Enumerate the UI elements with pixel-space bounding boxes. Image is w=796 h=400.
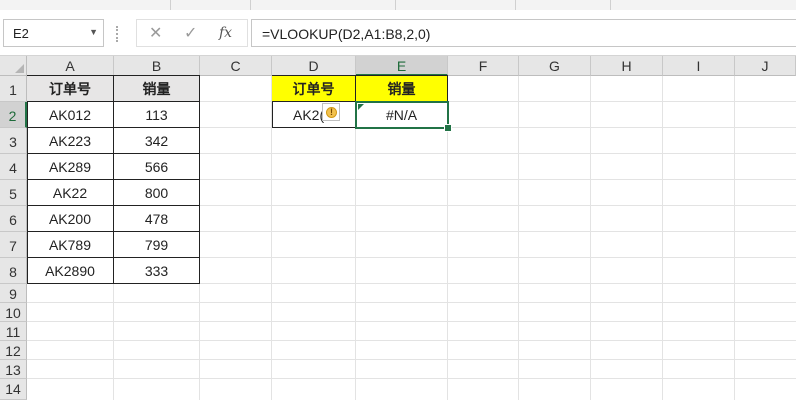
column-header-h[interactable]: H <box>591 56 663 76</box>
cell-a6[interactable]: AK200 <box>27 206 114 232</box>
cell-b3[interactable]: 342 <box>114 128 200 154</box>
ribbon-separator <box>170 0 171 10</box>
column-header-e[interactable]: E <box>356 56 448 76</box>
row-header-14[interactable]: 14 <box>0 379 27 400</box>
ribbon-separator <box>250 0 251 10</box>
fill-handle[interactable] <box>444 124 452 132</box>
insert-function-icon[interactable]: fx <box>219 25 232 41</box>
row-header-6[interactable]: 6 <box>0 206 27 232</box>
row-header-5[interactable]: 5 <box>0 180 27 206</box>
column-header-j[interactable]: J <box>735 56 796 76</box>
cell-a1[interactable]: 订单号 <box>27 76 114 102</box>
active-cell-outline <box>355 101 449 129</box>
ribbon-separator <box>610 0 611 10</box>
cell-b4[interactable]: 566 <box>114 154 200 180</box>
gridline <box>662 76 663 400</box>
cell-a4[interactable]: AK289 <box>27 154 114 180</box>
gridline <box>27 302 796 303</box>
ribbon-separator <box>395 0 396 10</box>
gridline <box>27 321 796 322</box>
column-header-i[interactable]: I <box>663 56 735 76</box>
row-header-3[interactable]: 3 <box>0 128 27 154</box>
row-header-1[interactable]: 1 <box>0 76 27 102</box>
column-header-c[interactable]: C <box>200 56 272 76</box>
select-all-button[interactable] <box>0 56 27 76</box>
row-header-2[interactable]: 2 <box>0 102 27 128</box>
gridline <box>27 359 796 360</box>
select-all-icon <box>15 64 24 73</box>
worksheet-grid: A B C D E F G H I J 1 2 3 4 5 6 7 8 9 10… <box>0 56 796 400</box>
cell-b6[interactable]: 478 <box>114 206 200 232</box>
gridline <box>590 76 591 400</box>
row-header-9[interactable]: 9 <box>0 284 27 303</box>
cell-b7[interactable]: 799 <box>114 232 200 258</box>
warning-icon: ! <box>326 107 337 118</box>
ribbon-separator <box>515 0 516 10</box>
cell-d1[interactable]: 订单号 <box>272 76 356 102</box>
formula-input[interactable]: =VLOOKUP(D2,A1:B8,2,0) <box>251 19 796 47</box>
enter-icon[interactable]: ✓ <box>184 23 197 43</box>
cell-b1[interactable]: 销量 <box>114 76 200 102</box>
row-header-11[interactable]: 11 <box>0 322 27 341</box>
row-header-13[interactable]: 13 <box>0 360 27 379</box>
row-header-4[interactable]: 4 <box>0 154 27 180</box>
grip-handle[interactable] <box>116 26 122 42</box>
cell-a2[interactable]: AK012 <box>27 102 114 128</box>
gridline <box>518 76 519 400</box>
cell-a8[interactable]: AK2890 <box>27 258 114 284</box>
name-box-value: E2 <box>13 26 29 41</box>
error-check-button[interactable]: ! <box>322 103 340 121</box>
cancel-icon[interactable]: ✕ <box>149 23 162 43</box>
formula-bar: E2 ▼ ✕ ✓ fx =VLOOKUP(D2,A1:B8,2,0) <box>0 10 796 56</box>
cell-b2[interactable]: 113 <box>114 102 200 128</box>
cell-a7[interactable]: AK789 <box>27 232 114 258</box>
row-header-10[interactable]: 10 <box>0 303 27 322</box>
cell-a5[interactable]: AK22 <box>27 180 114 206</box>
column-header-g[interactable]: G <box>519 56 591 76</box>
cell-b5[interactable]: 800 <box>114 180 200 206</box>
formula-text: =VLOOKUP(D2,A1:B8,2,0) <box>262 26 431 42</box>
formula-buttons: ✕ ✓ fx <box>136 19 248 47</box>
gridline <box>27 340 796 341</box>
row-header-8[interactable]: 8 <box>0 258 27 284</box>
cell-b8[interactable]: 333 <box>114 258 200 284</box>
column-header-b[interactable]: B <box>114 56 200 76</box>
row-header-7[interactable]: 7 <box>0 232 27 258</box>
chevron-down-icon[interactable]: ▼ <box>89 27 98 37</box>
column-header-f[interactable]: F <box>448 56 519 76</box>
name-box[interactable]: E2 ▼ <box>3 19 104 47</box>
cell-a3[interactable]: AK223 <box>27 128 114 154</box>
cell-d2[interactable]: AK2( <box>272 102 356 128</box>
gridline <box>27 378 796 379</box>
column-header-a[interactable]: A <box>27 56 114 76</box>
column-header-d[interactable]: D <box>272 56 356 76</box>
gridline <box>734 76 735 400</box>
cell-e1[interactable]: 销量 <box>356 76 448 102</box>
row-header-12[interactable]: 12 <box>0 341 27 360</box>
